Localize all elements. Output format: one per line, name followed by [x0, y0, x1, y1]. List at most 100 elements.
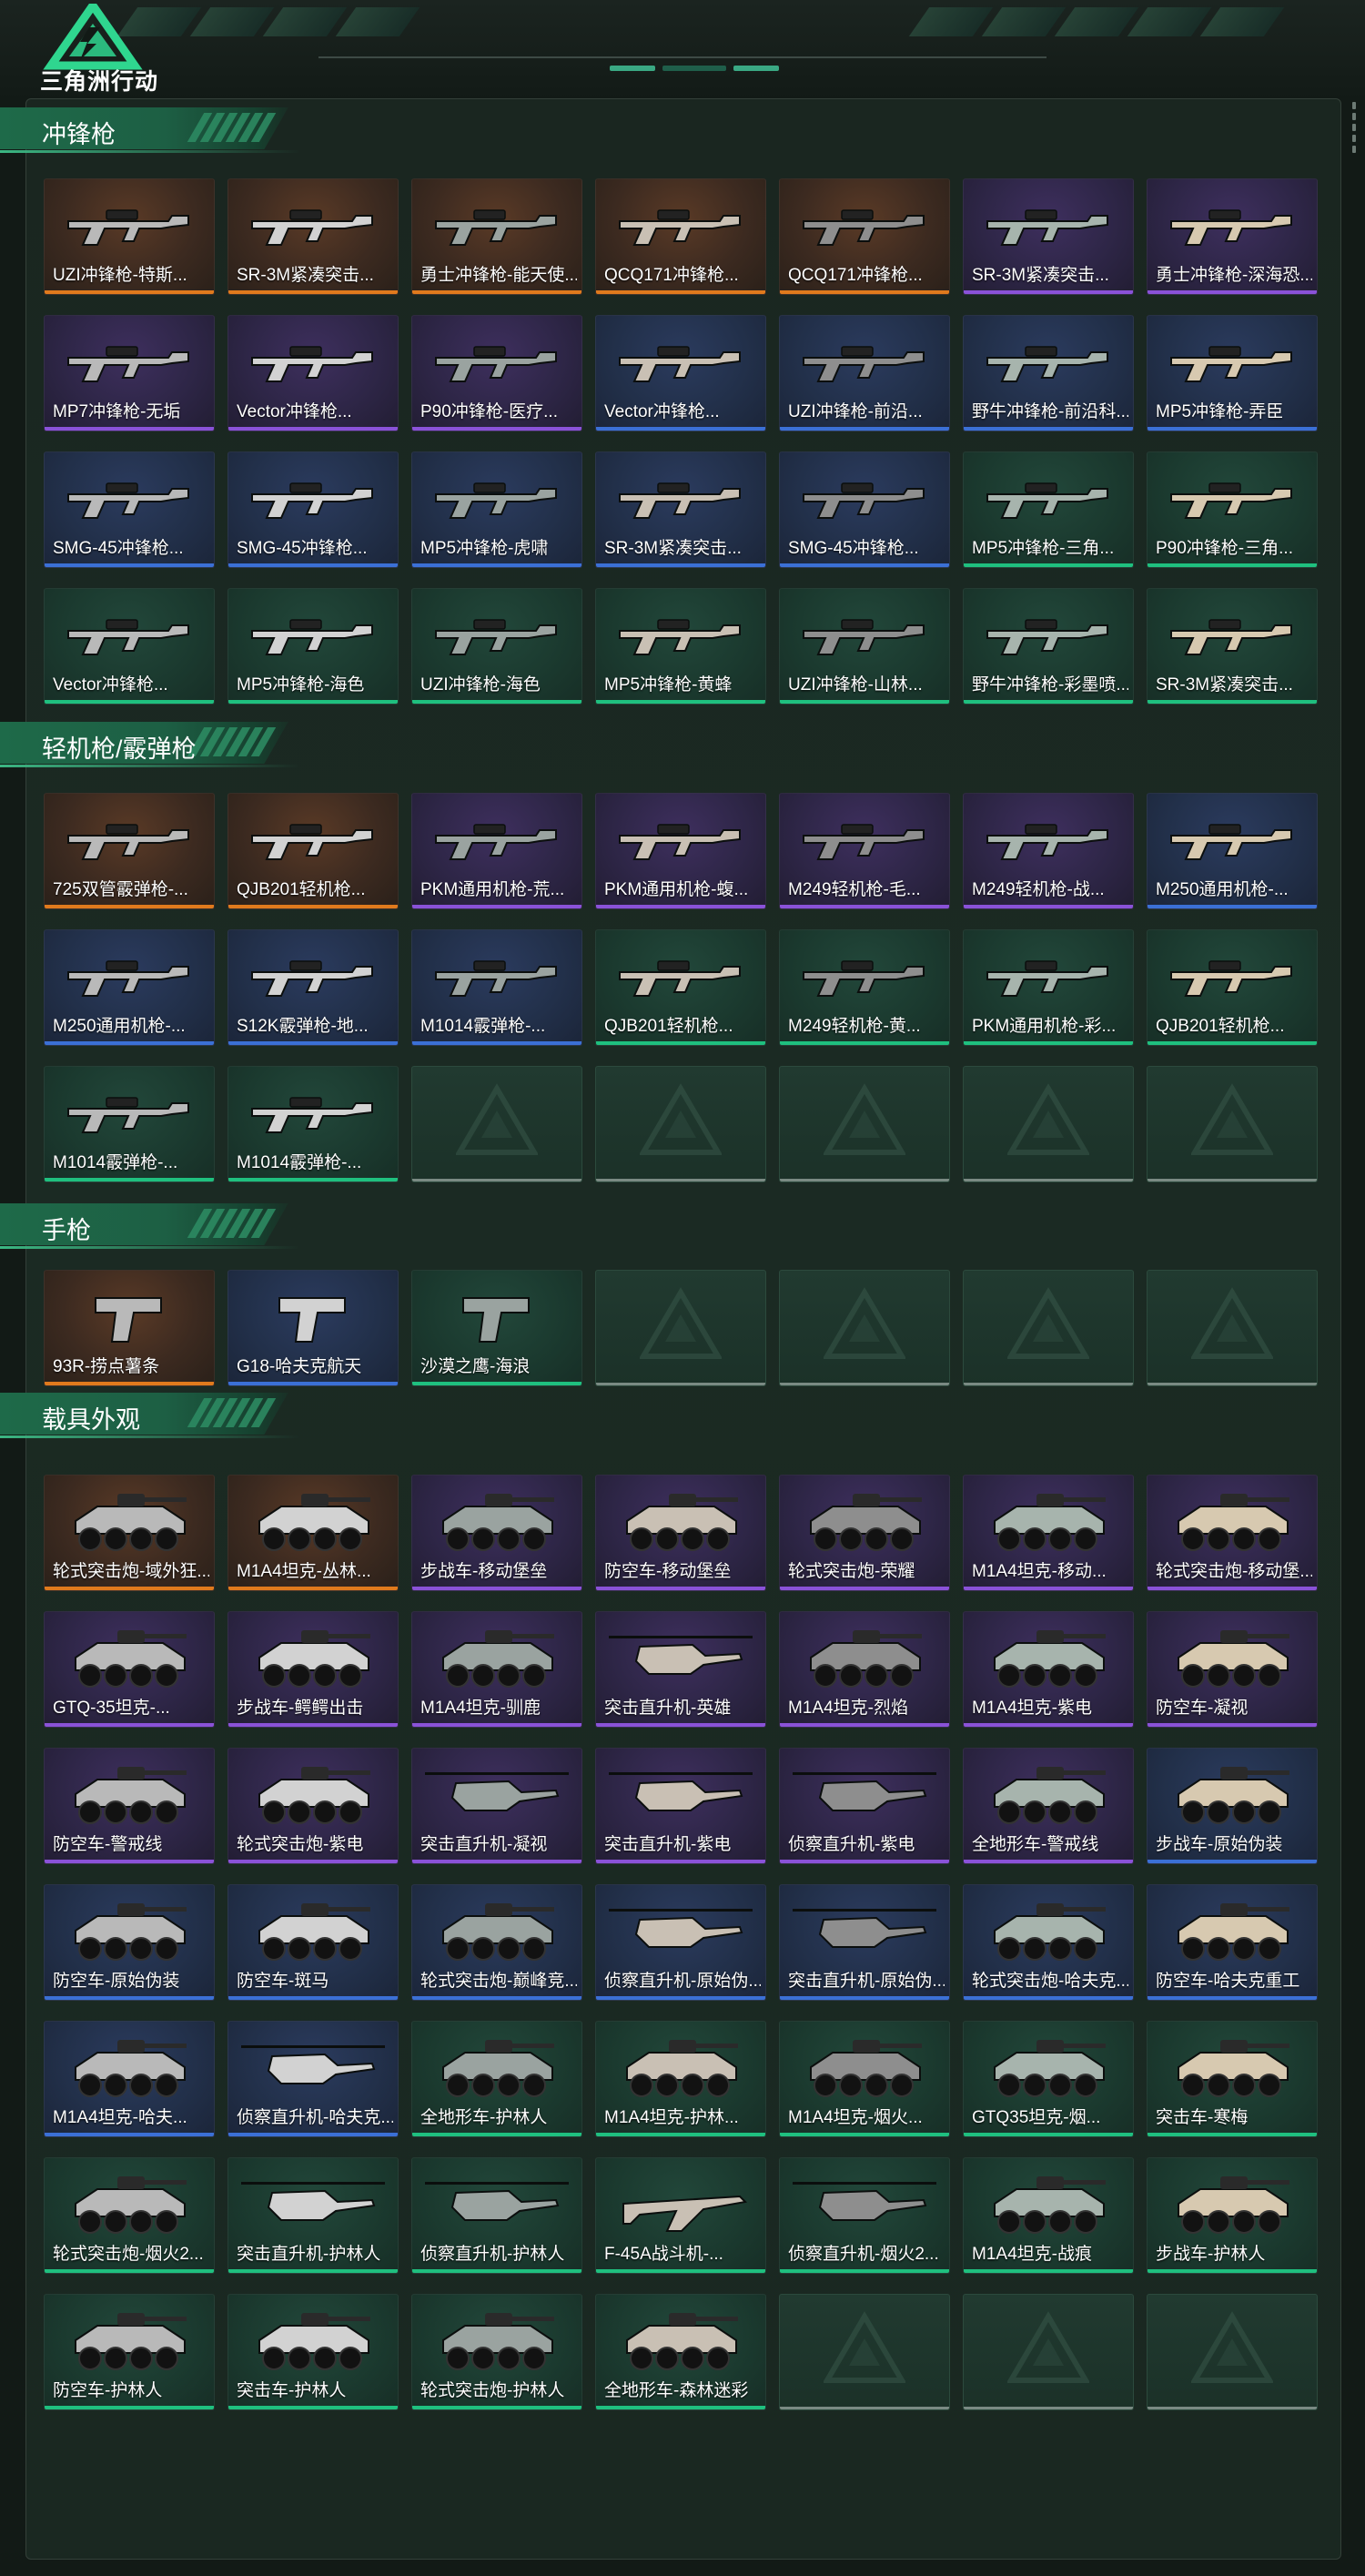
item-card[interactable]: 突击直升机-护林人 — [228, 2157, 399, 2274]
item-card[interactable]: 侦察直升机-烟火2... — [779, 2157, 950, 2274]
item-card[interactable]: 全地形车-森林迷彩 — [595, 2294, 766, 2410]
item-card[interactable]: SR-3M紧凑突击... — [1147, 588, 1318, 705]
item-card[interactable]: 725双管霰弹枪-... — [44, 793, 215, 909]
item-card[interactable]: M1014霰弹枪-... — [411, 929, 582, 1046]
weapon-image — [251, 482, 373, 519]
item-card[interactable]: M250通用机枪-... — [44, 929, 215, 1046]
item-card[interactable]: G18-哈夫克航天 — [228, 1270, 399, 1386]
item-card[interactable]: 防空车-警戒线 — [44, 1748, 215, 1864]
item-card[interactable]: MP5冲锋枪-虎啸 — [411, 451, 582, 568]
item-card[interactable]: GTQ35坦克-烟... — [963, 2021, 1134, 2137]
item-card[interactable]: GTQ-35坦克-... — [44, 1611, 215, 1728]
item-card[interactable]: 步战车-鳄鳄出击 — [228, 1611, 399, 1728]
item-card[interactable]: MP5冲锋枪-海色 — [228, 588, 399, 705]
item-card[interactable]: PKM通用机枪-彩... — [963, 929, 1134, 1046]
item-card[interactable]: 侦察直升机-紫电 — [779, 1748, 950, 1864]
rarity-strip — [412, 1996, 581, 2000]
item-card[interactable]: 侦察直升机-护林人 — [411, 2157, 582, 2274]
item-card[interactable]: MP5冲锋枪-三角... — [963, 451, 1134, 568]
item-card[interactable]: Vector冲锋枪... — [44, 588, 215, 705]
item-card[interactable]: M1A4坦克-哈夫... — [44, 2021, 215, 2137]
item-card[interactable]: UZI冲锋枪-山林... — [779, 588, 950, 705]
item-card[interactable]: 轮式突击炮-荣耀 — [779, 1475, 950, 1591]
item-card[interactable]: 防空车-护林人 — [44, 2294, 215, 2410]
item-card[interactable]: Vector冲锋枪... — [228, 315, 399, 431]
item-card[interactable]: 全地形车-警戒线 — [963, 1748, 1134, 1864]
item-card[interactable]: M249轻机枪-黄... — [779, 929, 950, 1046]
item-card[interactable]: M1014霰弹枪-... — [44, 1066, 215, 1182]
item-card[interactable]: 野牛冲锋枪-彩墨喷... — [963, 588, 1134, 705]
item-card[interactable]: S12K霰弹枪-地... — [228, 929, 399, 1046]
item-card[interactable]: PKM通用机枪-蝮... — [595, 793, 766, 909]
item-card[interactable]: SMG-45冲锋枪... — [228, 451, 399, 568]
item-card[interactable]: 突击直升机-凝视 — [411, 1748, 582, 1864]
item-card[interactable]: M1A4坦克-烈焰 — [779, 1611, 950, 1728]
item-card[interactable]: SR-3M紧凑突击... — [595, 451, 766, 568]
item-card[interactable]: 轮式突击炮-紫电 — [228, 1748, 399, 1864]
item-card[interactable]: M1A4坦克-移动... — [963, 1475, 1134, 1591]
item-card[interactable]: 防空车-原始伪装 — [44, 1884, 215, 2001]
item-card[interactable]: 步战车-原始伪装 — [1147, 1748, 1318, 1864]
item-card[interactable]: QJB201轻机枪... — [228, 793, 399, 909]
item-card[interactable]: M249轻机枪-战... — [963, 793, 1134, 909]
weapon-image — [619, 960, 741, 997]
scrollbar[interactable] — [1352, 102, 1358, 157]
item-card[interactable]: 勇士冲锋枪-深海恐... — [1147, 178, 1318, 295]
item-card[interactable]: SR-3M紧凑突击... — [228, 178, 399, 295]
item-card[interactable]: 防空车-哈夫克重工 — [1147, 1884, 1318, 2001]
item-card[interactable]: UZI冲锋枪-特斯... — [44, 178, 215, 295]
item-card[interactable]: P90冲锋枪-医疗... — [411, 315, 582, 431]
item-card[interactable]: MP5冲锋枪-弄臣 — [1147, 315, 1318, 431]
item-card[interactable]: 侦察直升机-原始伪... — [595, 1884, 766, 2001]
item-card[interactable]: M250通用机枪-... — [1147, 793, 1318, 909]
item-card[interactable]: 防空车-斑马 — [228, 1884, 399, 2001]
item-card[interactable]: 突击直升机-紫电 — [595, 1748, 766, 1864]
item-card[interactable]: M1A4坦克-丛林... — [228, 1475, 399, 1591]
item-card[interactable]: 全地形车-护林人 — [411, 2021, 582, 2137]
item-card[interactable]: 突击直升机-原始伪... — [779, 1884, 950, 2001]
item-card[interactable]: QJB201轻机枪... — [595, 929, 766, 1046]
item-card[interactable]: SMG-45冲锋枪... — [44, 451, 215, 568]
item-card[interactable]: 93R-捞点薯条 — [44, 1270, 215, 1386]
item-card[interactable]: SMG-45冲锋枪... — [779, 451, 950, 568]
weapon-image — [803, 824, 925, 860]
item-card[interactable]: F-45A战斗机-... — [595, 2157, 766, 2274]
item-card[interactable]: M249轻机枪-毛... — [779, 793, 950, 909]
item-card[interactable]: MP7冲锋枪-无垢 — [44, 315, 215, 431]
item-card[interactable]: 轮式突击炮-域外狂... — [44, 1475, 215, 1591]
rarity-strip — [964, 1041, 1133, 1045]
item-card[interactable]: M1A4坦克-紫电 — [963, 1611, 1134, 1728]
weapon-image — [278, 1297, 346, 1343]
item-card[interactable]: 步战车-移动堡垒 — [411, 1475, 582, 1591]
item-card[interactable]: M1A4坦克-驯鹿 — [411, 1611, 582, 1728]
item-card[interactable]: QCQ171冲锋枪... — [779, 178, 950, 295]
item-card[interactable]: 突击直升机-英雄 — [595, 1611, 766, 1728]
item-card[interactable]: MP5冲锋枪-黄蜂 — [595, 588, 766, 705]
item-card[interactable]: QCQ171冲锋枪... — [595, 178, 766, 295]
item-card[interactable]: 轮式突击炮-烟火2... — [44, 2157, 215, 2274]
item-card[interactable]: UZI冲锋枪-海色 — [411, 588, 582, 705]
item-card[interactable]: SR-3M紧凑突击... — [963, 178, 1134, 295]
item-card[interactable]: M1A4坦克-护林... — [595, 2021, 766, 2137]
item-card[interactable]: P90冲锋枪-三角... — [1147, 451, 1318, 568]
item-card[interactable]: M1A4坦克-战痕 — [963, 2157, 1134, 2274]
item-card[interactable]: 突击车-护林人 — [228, 2294, 399, 2410]
item-card[interactable]: 勇士冲锋枪-能天使... — [411, 178, 582, 295]
item-card[interactable]: 步战车-护林人 — [1147, 2157, 1318, 2274]
item-card[interactable]: QJB201轻机枪... — [1147, 929, 1318, 1046]
item-card[interactable]: Vector冲锋枪... — [595, 315, 766, 431]
item-card[interactable]: PKM通用机枪-荒... — [411, 793, 582, 909]
item-card[interactable]: M1014霰弹枪-... — [228, 1066, 399, 1182]
item-card[interactable]: 轮式突击炮-移动堡... — [1147, 1475, 1318, 1591]
item-card[interactable]: 侦察直升机-哈夫克... — [228, 2021, 399, 2137]
item-card[interactable]: 沙漠之鹰-海浪 — [411, 1270, 582, 1386]
item-card[interactable]: 防空车-移动堡垒 — [595, 1475, 766, 1591]
item-card[interactable]: 轮式突击炮-巅峰竞... — [411, 1884, 582, 2001]
item-card[interactable]: 防空车-凝视 — [1147, 1611, 1318, 1728]
item-card[interactable]: 轮式突击炮-哈夫克... — [963, 1884, 1134, 2001]
item-card[interactable]: M1A4坦克-烟火... — [779, 2021, 950, 2137]
item-card[interactable]: 突击车-寒梅 — [1147, 2021, 1318, 2137]
item-card[interactable]: 野牛冲锋枪-前沿科... — [963, 315, 1134, 431]
item-card[interactable]: UZI冲锋枪-前沿... — [779, 315, 950, 431]
item-card[interactable]: 轮式突击炮-护林人 — [411, 2294, 582, 2410]
